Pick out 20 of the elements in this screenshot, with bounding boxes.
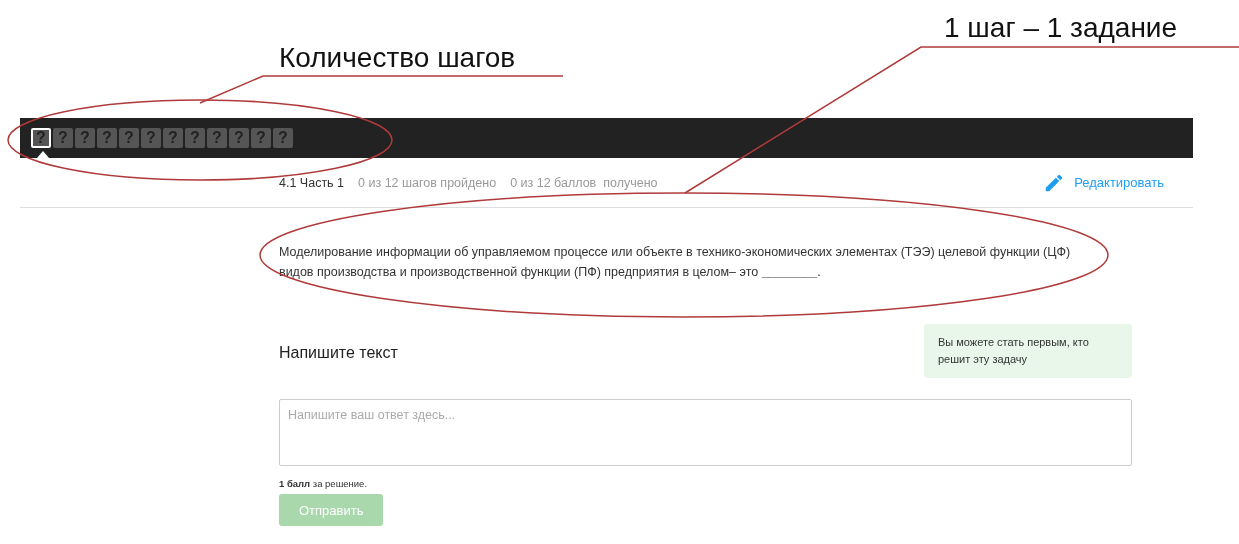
lesson-title: 4.1 Часть 1: [279, 175, 345, 190]
step-tab[interactable]: ?: [163, 128, 183, 148]
step-tab[interactable]: ?: [75, 128, 95, 148]
answer-field[interactable]: Напишите ваш ответ здесь...: [279, 399, 1132, 466]
step-tab[interactable]: ?: [229, 128, 249, 148]
step-tab[interactable]: ?: [141, 128, 161, 148]
points-note: 1 балл за решение.: [279, 478, 369, 489]
edit-button[interactable]: Редактировать: [1043, 171, 1164, 194]
step-tab[interactable]: ?: [273, 128, 293, 148]
step-tab[interactable]: ?: [97, 128, 117, 148]
hint-note: Вы можете стать первым, кто решит эту задачу: [924, 324, 1132, 378]
question-text: Моделирование информации об управляемом процессе или объекте в технико-экономических элементах (ТЭЭ) целевой функции (ЦФ) видов производства и производственной функции (ПФ) предприятия в целом– это ________.: [279, 244, 1072, 281]
step-tab[interactable]: ?: [207, 128, 227, 148]
answer-heading: Напишите текст: [279, 344, 398, 362]
step-tab[interactable]: ?: [119, 128, 139, 148]
step-tab[interactable]: ?: [53, 128, 73, 148]
step-tab[interactable]: ?: [251, 128, 271, 148]
step-tab[interactable]: ?: [185, 128, 205, 148]
annotation-label: Количество шагов: [279, 42, 516, 74]
annotation-label: 1 шаг – 1 задание: [944, 12, 1178, 44]
